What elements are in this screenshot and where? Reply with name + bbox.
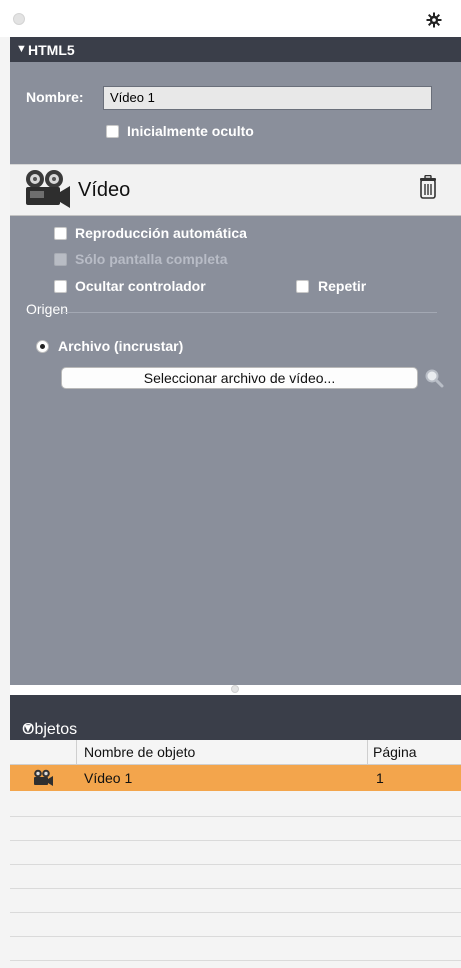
hide-controller-label: Ocultar controlador: [75, 278, 206, 294]
object-page-cell: 1: [376, 770, 384, 786]
fullscreen-only-checkbox[interactable]: [54, 253, 67, 266]
objects-panel-header[interactable]: ▼Objetos interactivos: [10, 695, 461, 756]
panel-title: HTML5: [28, 42, 75, 58]
table-row-divider: [10, 888, 461, 889]
initially-hidden-label: Inicialmente oculto: [127, 123, 254, 139]
select-video-file-button[interactable]: Seleccionar archivo de vídeo...: [61, 367, 418, 389]
name-field[interactable]: Vídeo 1: [103, 86, 432, 110]
window-top-bar: [0, 0, 461, 37]
objects-table-header: Nombre de objeto Página: [10, 740, 461, 765]
panel-header[interactable]: ▼ HTML5: [10, 37, 461, 62]
origin-label: Origen: [26, 301, 69, 317]
name-label: Nombre:: [26, 89, 84, 105]
column-header-page[interactable]: Página: [373, 744, 417, 760]
magnifier-icon[interactable]: [424, 368, 444, 388]
video-section-title: Vídeo: [78, 179, 131, 201]
embed-file-radio[interactable]: [36, 340, 49, 353]
autoplay-checkbox[interactable]: [54, 227, 67, 240]
table-row-divider: [10, 864, 461, 865]
hide-controller-checkbox[interactable]: [54, 280, 67, 293]
column-header-name[interactable]: Nombre de objeto: [84, 744, 195, 760]
table-row-divider: [10, 912, 461, 913]
disclosure-triangle-icon: ▼: [16, 43, 27, 55]
origin-divider: [62, 312, 437, 313]
initially-hidden-checkbox[interactable]: [106, 125, 119, 138]
embed-file-label: Archivo (incrustar): [58, 338, 184, 354]
object-name-cell: Vídeo 1: [84, 770, 133, 786]
video-camera-icon: [22, 168, 72, 210]
table-row-divider: [10, 840, 461, 841]
trash-icon[interactable]: [419, 175, 437, 199]
repeat-checkbox[interactable]: [296, 280, 309, 293]
table-row[interactable]: Vídeo 1 1: [10, 765, 461, 791]
table-row-divider: [10, 960, 461, 961]
autoplay-label: Reproducción automática: [75, 225, 247, 241]
splitter-handle[interactable]: [231, 685, 239, 693]
table-row-divider: [10, 816, 461, 817]
repeat-label: Repetir: [318, 278, 367, 294]
fullscreen-only-label: Sólo pantalla completa: [75, 251, 228, 267]
gear-icon[interactable]: [426, 12, 442, 28]
column-separator: [367, 740, 368, 764]
table-row-divider: [10, 936, 461, 937]
window-button[interactable]: [13, 13, 25, 25]
column-separator: [76, 740, 77, 764]
video-camera-icon: [32, 769, 54, 786]
